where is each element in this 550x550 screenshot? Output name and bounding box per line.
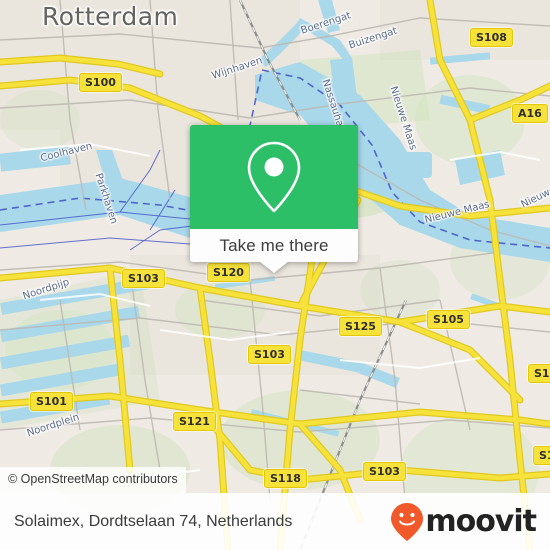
map-pin-icon (247, 141, 301, 213)
road-shield-s100[interactable]: S100 (79, 73, 122, 92)
road-shield-s103-west[interactable]: S103 (122, 269, 165, 288)
road-shield-s118[interactable]: S118 (264, 469, 307, 488)
osm-attribution[interactable]: © OpenStreetMap contributors (0, 467, 186, 493)
road-shield-s120[interactable]: S120 (207, 263, 250, 282)
callout-tail (259, 261, 289, 273)
road-shield-s124[interactable]: S124 (528, 364, 550, 383)
road-shield-s101-east[interactable]: S101 (533, 446, 550, 465)
moovit-logo[interactable]: moovit (390, 502, 537, 542)
moovit-location-card: Rotterdam Boerengat Buizengat Nassauhave… (0, 0, 550, 550)
road-shield-s125[interactable]: S125 (339, 317, 382, 336)
road-shield-s103-mid[interactable]: S103 (248, 345, 291, 364)
callout-header (190, 125, 358, 229)
location-callout-card[interactable]: Take me there (190, 125, 358, 273)
address-label: Solaimex, Dordtselaan 74, Netherlands (14, 512, 293, 530)
road-shield-s101-west[interactable]: S101 (30, 392, 73, 411)
road-shield-s103-south[interactable]: S103 (363, 462, 406, 481)
road-shield-s105[interactable]: S105 (427, 310, 470, 329)
take-me-there-label: Take me there (219, 235, 329, 255)
road-shield-s121[interactable]: S121 (173, 412, 216, 431)
map-canvas[interactable]: Rotterdam Boerengat Buizengat Nassauhave… (0, 0, 550, 550)
moovit-wordmark: moovit (425, 503, 537, 539)
road-shield-s108[interactable]: S108 (470, 28, 513, 47)
callout-footer[interactable]: Take me there (190, 229, 358, 262)
moovit-smiley-pin-icon (391, 502, 424, 541)
road-shield-a16[interactable]: A16 (512, 104, 548, 123)
footer-bar: Solaimex, Dordtselaan 74, Netherlands mo… (0, 493, 550, 550)
